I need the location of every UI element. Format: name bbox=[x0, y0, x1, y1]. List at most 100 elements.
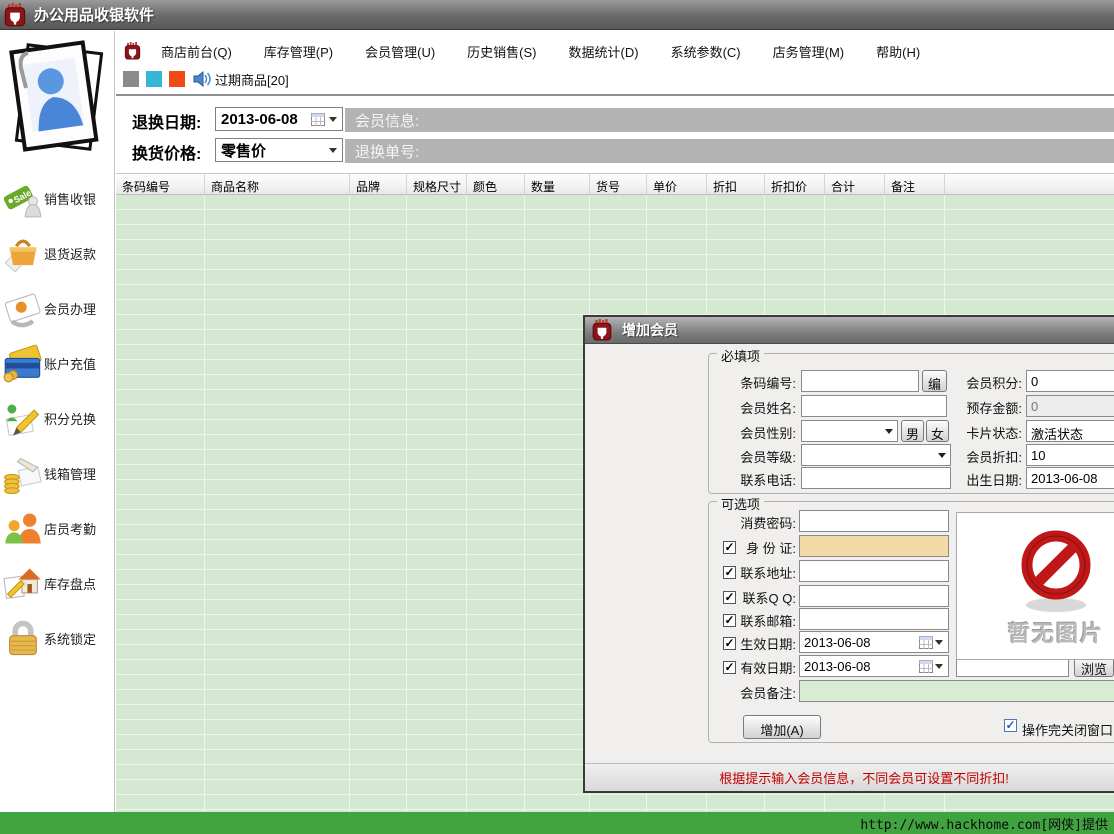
dropdown-arrow-icon bbox=[935, 640, 943, 645]
sidebar-item-staff-attendance[interactable]: 店员考勤 bbox=[0, 501, 115, 556]
sidebar-menu: Sale 销售收银 退货返款 bbox=[0, 171, 115, 666]
calendar-icon bbox=[919, 636, 933, 649]
status-toolbar: 过期商品[20] bbox=[116, 67, 289, 91]
card-state-input[interactable]: 激活状态 bbox=[1026, 420, 1114, 442]
end-date-picker[interactable]: 2013-06-08 bbox=[799, 655, 949, 677]
return-order-bar: 退换单号: bbox=[345, 139, 1114, 163]
remark-label: 会员备注: bbox=[709, 683, 796, 702]
sidebar-item-system-lock[interactable]: 系统锁定 bbox=[0, 611, 115, 666]
menu-item-help[interactable]: 帮助(H) bbox=[866, 39, 930, 64]
password-input[interactable] bbox=[799, 510, 949, 532]
address-input[interactable] bbox=[799, 560, 949, 582]
barcode-input[interactable] bbox=[801, 370, 919, 392]
email-input[interactable] bbox=[799, 608, 949, 630]
close-after-done-checkbox[interactable]: ✓ bbox=[1004, 719, 1017, 732]
end-date-checkbox[interactable]: ✓ bbox=[723, 661, 736, 674]
start-date-value: 2013-06-08 bbox=[800, 635, 919, 650]
column-header[interactable]: 折扣价 bbox=[765, 174, 825, 194]
sidebar-item-account-recharge[interactable]: 账户充值 bbox=[0, 336, 115, 391]
column-header[interactable]: 单价 bbox=[647, 174, 707, 194]
birthday-label: 出生日期: bbox=[952, 470, 1022, 489]
return-date-picker[interactable]: 2013-06-08 bbox=[215, 107, 343, 131]
table-column bbox=[467, 195, 525, 812]
app-window: 办公用品收银软件 Sale 销售收银 bbox=[0, 0, 1114, 834]
exchange-price-select[interactable]: 零售价 bbox=[215, 138, 343, 162]
dialog-status-bar: 根据提示输入会员信息，不同会员可设置不同折扣! bbox=[585, 763, 1114, 791]
start-date-picker[interactable]: 2013-06-08 bbox=[799, 631, 949, 653]
member-level-select[interactable] bbox=[801, 444, 951, 466]
phone-input[interactable] bbox=[801, 467, 951, 489]
table-column bbox=[205, 195, 350, 812]
exchange-price-label: 换货价格: bbox=[132, 140, 201, 164]
dialog-title-bar[interactable]: 增加会员 bbox=[585, 317, 1114, 344]
column-header[interactable]: 数量 bbox=[525, 174, 590, 194]
column-header[interactable]: 合计 bbox=[825, 174, 885, 194]
staff-attendance-icon bbox=[2, 509, 44, 549]
barcode-label: 条码编号: bbox=[709, 373, 796, 392]
phone-label: 联系电话: bbox=[709, 470, 796, 489]
sidebar-item-label: 账户充值 bbox=[44, 354, 96, 373]
column-header[interactable]: 折扣 bbox=[707, 174, 765, 194]
member-name-input[interactable] bbox=[801, 395, 947, 417]
gender-label: 会员性别: bbox=[709, 423, 796, 442]
member-level-label: 会员等级: bbox=[709, 447, 796, 466]
column-header[interactable]: 颜色 bbox=[467, 174, 525, 194]
sidebar-item-label: 销售收银 bbox=[44, 189, 96, 208]
qq-checkbox[interactable]: ✓ bbox=[723, 591, 736, 604]
column-header[interactable]: 品牌 bbox=[350, 174, 407, 194]
qq-label: 联系Q Q: bbox=[739, 588, 796, 607]
address-checkbox[interactable]: ✓ bbox=[723, 566, 736, 579]
menu-item-store-manage[interactable]: 店务管理(M) bbox=[763, 39, 855, 64]
close-after-done-label: 操作完关闭窗口 bbox=[1022, 720, 1113, 739]
id-checkbox[interactable]: ✓ bbox=[723, 541, 736, 554]
menu-item-statistics[interactable]: 数据统计(D) bbox=[559, 39, 649, 64]
menu-item-inventory[interactable]: 库存管理(P) bbox=[254, 39, 343, 64]
start-date-checkbox[interactable]: ✓ bbox=[723, 637, 736, 650]
column-header[interactable]: 规格尺寸 bbox=[407, 174, 467, 194]
menu-brand-icon bbox=[124, 42, 141, 60]
member-discount-input[interactable]: 10 bbox=[1026, 444, 1114, 466]
sidebar-item-cashbox-manage[interactable]: 钱箱管理 bbox=[0, 446, 115, 501]
column-header[interactable]: 货号 bbox=[590, 174, 647, 194]
calendar-icon bbox=[919, 660, 933, 673]
add-member-button[interactable]: 增加(A) bbox=[743, 715, 821, 739]
male-button[interactable]: 男 bbox=[901, 420, 924, 442]
points-input[interactable]: 0 bbox=[1026, 370, 1114, 392]
menu-item-system-params[interactable]: 系统参数(C) bbox=[661, 39, 751, 64]
female-button[interactable]: 女 bbox=[926, 420, 949, 442]
sidebar-item-member-register[interactable]: 会员办理 bbox=[0, 281, 115, 336]
window-title: 办公用品收银软件 bbox=[34, 4, 154, 25]
points-label: 会员积分: bbox=[952, 373, 1022, 392]
recharge-card-icon bbox=[2, 344, 44, 384]
sidebar-item-points-exchange[interactable]: 积分兑换 bbox=[0, 391, 115, 446]
menu-item-members[interactable]: 会员管理(U) bbox=[355, 39, 445, 64]
sidebar-item-return-refund[interactable]: 退货返款 bbox=[0, 226, 115, 281]
id-label: 身 份 证: bbox=[739, 538, 796, 557]
remark-input[interactable] bbox=[799, 680, 1114, 702]
email-label: 联系邮箱: bbox=[739, 611, 796, 630]
expired-goods-label[interactable]: 过期商品[20] bbox=[215, 70, 289, 89]
end-date-label: 有效日期: bbox=[739, 658, 796, 677]
no-image-icon bbox=[1006, 521, 1106, 617]
column-header[interactable]: 备注 bbox=[885, 174, 945, 194]
items-table-header: 条码编号 商品名称 品牌 规格尺寸 颜色 数量 货号 单价 折扣 折扣价 合计 … bbox=[116, 173, 1114, 195]
email-checkbox[interactable]: ✓ bbox=[723, 614, 736, 627]
menu-item-sales-history[interactable]: 历史销售(S) bbox=[457, 39, 546, 64]
menu-item-storefront[interactable]: 商店前台(Q) bbox=[151, 39, 242, 64]
column-header[interactable]: 商品名称 bbox=[205, 174, 350, 194]
password-label: 消费密码: bbox=[709, 513, 796, 532]
qq-input[interactable] bbox=[799, 585, 949, 607]
return-date-label: 退换日期: bbox=[132, 109, 201, 133]
exchange-price-value: 零售价 bbox=[216, 140, 327, 161]
sidebar-item-label: 退货返款 bbox=[44, 244, 96, 263]
birthday-input[interactable]: 2013-06-08 bbox=[1026, 467, 1114, 489]
sidebar-item-sales-checkout[interactable]: Sale 销售收银 bbox=[0, 171, 115, 226]
id-input[interactable] bbox=[799, 535, 949, 557]
column-header[interactable]: 条码编号 bbox=[116, 174, 205, 194]
credit-url: http://www.hackhome.com[网侠]提供 bbox=[860, 814, 1114, 833]
table-column bbox=[407, 195, 467, 812]
calendar-icon bbox=[311, 113, 325, 126]
edit-barcode-button[interactable]: 编 bbox=[922, 370, 947, 392]
gender-select[interactable] bbox=[801, 420, 898, 442]
sidebar-item-stock-check[interactable]: 库存盘点 bbox=[0, 556, 115, 611]
